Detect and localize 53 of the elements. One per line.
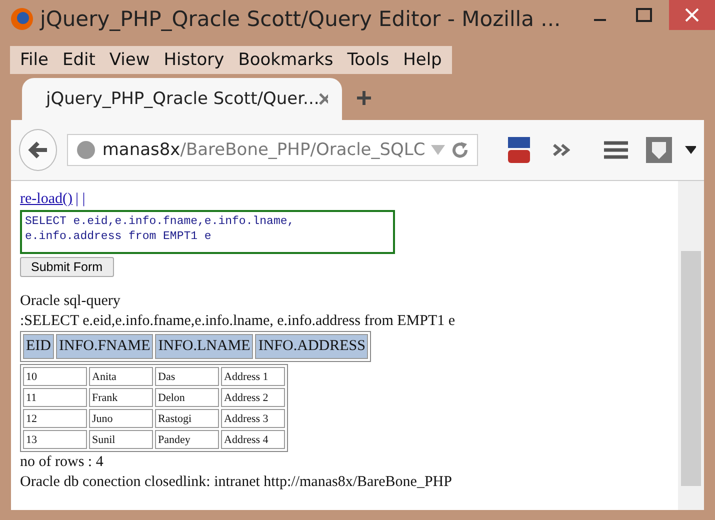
query-text: :SELECT e.eid,e.info.fname,e.info.lname, e.info.address from EMPT1 e [20,312,456,331]
scrollbar[interactable] [678,181,704,510]
close-button[interactable] [669,0,715,30]
reload-link[interactable]: re-load() [20,191,72,207]
table-cell: 10 [23,367,87,386]
address-bar[interactable]: manas8x/BareBone_PHP/Oracle_SQLC [67,134,478,166]
column-header: INFO.ADDRESS [255,334,368,359]
table-cell: Address 2 [221,388,285,407]
menu-item[interactable]: View [103,48,156,72]
table-cell: Pandey [155,430,219,449]
menu-item[interactable]: File [14,48,54,72]
table-cell: Address 3 [221,409,285,428]
browser-tab[interactable]: jQuery_PHP_Qracle Scott/Quer... [22,78,342,120]
menu-item[interactable]: Tools [341,48,396,72]
table-cell: Delon [155,388,219,407]
table-cell: Anita [89,367,153,386]
close-icon [685,8,699,22]
table-cell: Address 4 [221,430,285,449]
heading-text: Oracle sql-query [20,292,120,311]
reload-icon[interactable] [451,141,470,159]
menu-item[interactable]: Help [397,48,448,72]
table-cell: 12 [23,409,87,428]
url-text: manas8x/BareBone_PHP/Oracle_SQLC [102,140,426,160]
submit-button[interactable]: Submit Form [20,257,114,277]
column-header: EID [23,334,54,359]
column-header: INFO.LNAME [155,334,254,359]
table-cell: Juno [89,409,153,428]
table-cell: 13 [23,430,87,449]
minimize-icon [594,19,606,21]
menu-item[interactable]: Edit [56,48,102,72]
close-icon[interactable] [319,93,328,105]
browser-logo-icon [10,7,34,31]
tab-title: jQuery_PHP_Qracle Scott/Quer... [46,89,320,109]
separator-text: | | [75,191,86,207]
table-cell: Address 1 [221,367,285,386]
new-tab-icon[interactable] [356,90,372,106]
table-cell: 11 [23,388,87,407]
column-header: INFO.FNAME [56,334,154,359]
menu-item[interactable]: Bookmarks [232,48,340,72]
maximize-icon [636,8,652,22]
table-cell: Das [155,367,219,386]
table-cell: Rastogi [155,409,219,428]
status-text: Oracle db conection closedlink: intranet http://manas8x/BareBone_PHP [20,473,452,492]
table-cell: Sunil [89,430,153,449]
caret-icon[interactable] [685,146,696,154]
row-count-text: no of rows : 4 [20,453,104,472]
globe-icon [76,140,96,160]
back-button[interactable] [19,129,58,171]
back-arrow-icon [27,140,50,160]
query-field[interactable]: SELECT e.eid,e.info.fname,e.info.lname, e.info.address from EMPT1 e [20,210,395,254]
menu-item[interactable]: History [158,48,230,72]
window-title: jQuery_PHP_Qracle Scott/Query Editor - Mozilla ... [40,7,562,31]
table-cell: Frank [89,388,153,407]
